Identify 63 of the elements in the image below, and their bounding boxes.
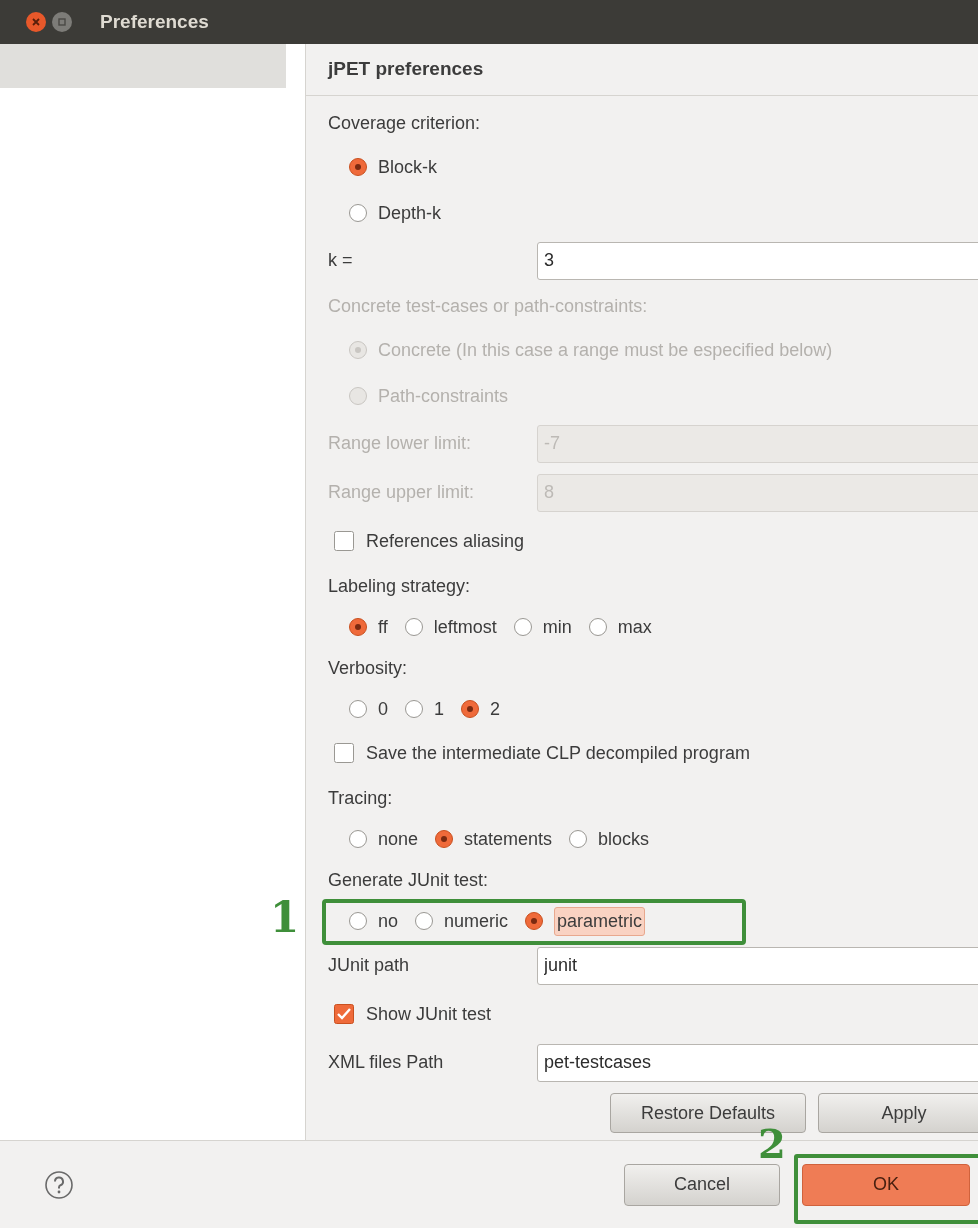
page-title: jPET preferences <box>328 57 484 82</box>
button[interactable]: Apply <box>818 1093 978 1133</box>
radio-label: Path-constraints <box>378 384 509 408</box>
group-label: Tracing: <box>328 786 393 810</box>
radio-label: 1 <box>434 697 445 721</box>
radio-button[interactable] <box>512 617 533 637</box>
radio-button[interactable] <box>348 829 368 849</box>
radio-label: parametric <box>554 906 646 936</box>
radio-label: Concrete (In this case a range must be especified below) <box>378 338 833 362</box>
radio-button[interactable] <box>568 829 589 849</box>
radio-label: leftmost <box>433 615 497 639</box>
checkbox-label: Show JUnit test <box>366 1002 492 1026</box>
checkbox[interactable] <box>334 531 354 551</box>
radio-button[interactable] <box>348 617 368 637</box>
radio-button[interactable] <box>403 617 424 637</box>
radio-button[interactable] <box>460 699 481 719</box>
radio-button[interactable] <box>348 157 368 177</box>
checkbox-label: References aliasing <box>366 529 525 553</box>
button[interactable]: OK <box>802 1163 970 1206</box>
help-icon[interactable] <box>44 1169 74 1200</box>
field-label: Range lower limit: <box>328 432 473 455</box>
minimize-button[interactable] <box>52 12 72 32</box>
radio-label: Depth-k <box>378 201 442 225</box>
close-icon <box>31 17 41 27</box>
radio-button[interactable] <box>348 699 368 719</box>
checkbox[interactable] <box>334 743 354 763</box>
radio-button[interactable] <box>404 699 424 719</box>
close-button[interactable] <box>26 12 46 32</box>
radio-label: numeric <box>444 909 509 933</box>
input-field[interactable]: junit <box>537 946 978 985</box>
group-label: Verbosity: <box>328 656 408 680</box>
checkbox-label: Save the intermediate CLP decompiled program <box>366 741 750 765</box>
window-title: Preferences <box>100 9 209 34</box>
group-label: Concrete test-cases or path-constraints: <box>328 294 648 318</box>
input-field[interactable]: pet-testcases <box>537 1043 978 1082</box>
radio-button[interactable] <box>348 203 368 223</box>
radio-button[interactable] <box>414 911 435 931</box>
radio-button[interactable] <box>434 829 455 849</box>
radio-label: ff <box>378 615 388 639</box>
group-label: Generate JUnit test: <box>328 868 489 892</box>
radio-label: no <box>378 909 399 933</box>
annotation-number: 1 <box>270 897 300 939</box>
radio-label: none <box>378 827 419 851</box>
group-label: Coverage criterion: <box>328 111 481 135</box>
radio-label: 2 <box>490 697 501 721</box>
group-label: Labeling strategy: <box>328 574 471 598</box>
input-field[interactable]: 3 <box>537 241 978 280</box>
radio-label: statements <box>464 827 553 851</box>
minimize-icon <box>57 17 67 27</box>
checkbox[interactable] <box>334 1004 354 1024</box>
radio-label: 0 <box>378 697 388 721</box>
radio-label: max <box>617 615 652 639</box>
radio-label: min <box>542 615 572 639</box>
radio-button[interactable] <box>587 617 608 637</box>
field-label: XML files Path <box>328 1051 445 1074</box>
field-label: Range upper limit: <box>328 481 476 504</box>
radio-label: blocks <box>598 827 650 851</box>
field-label: k = <box>328 249 354 272</box>
radio-label: Block-k <box>378 155 437 179</box>
field-label: JUnit path <box>328 954 411 977</box>
radio-button[interactable] <box>348 911 368 931</box>
radio-button[interactable] <box>524 911 545 931</box>
button[interactable]: Cancel <box>624 1163 780 1206</box>
